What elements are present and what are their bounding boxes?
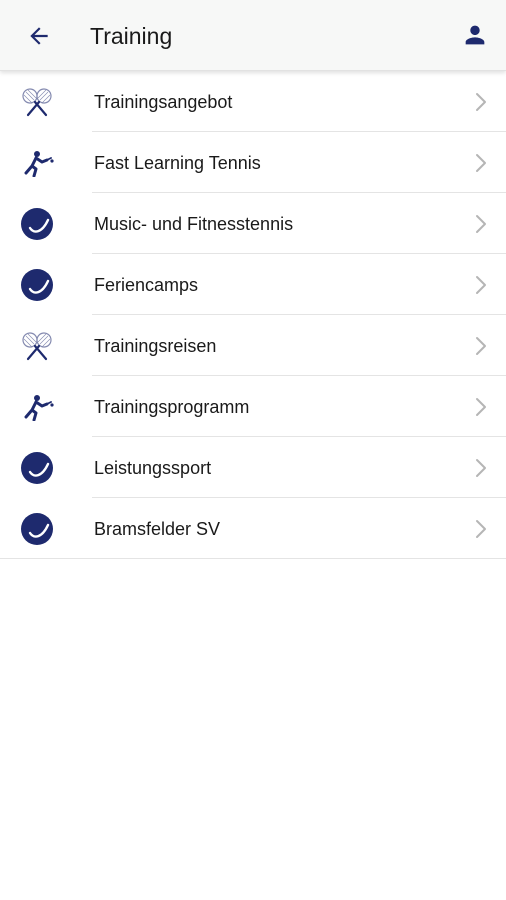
back-button[interactable] [20,17,58,55]
list-item-label: Feriencamps [94,275,199,295]
crossed-rackets-icon [20,329,54,363]
profile-button[interactable] [456,16,494,54]
tennis-ball-icon [20,207,54,241]
chevron-right-icon [474,457,488,479]
list-item-label: Leistungssport [94,458,212,478]
tennis-player-icon [20,390,54,424]
list-item-label: Bramsfelder SV [94,519,221,539]
crossed-rackets-icon [20,85,54,119]
list-item[interactable]: Trainingsprogramm [0,376,506,437]
chevron-right-icon [474,213,488,235]
list-item[interactable]: Trainingsangebot [0,71,506,132]
app-header: Training [0,0,506,71]
arrow-left-icon [30,27,48,45]
chevron-right-icon [474,335,488,357]
list-item-label: Trainingsangebot [94,92,233,112]
list-item[interactable]: Trainingsreisen [0,315,506,376]
chevron-right-icon [474,91,488,113]
list-item-label: Music- und Fitnesstennis [94,214,294,234]
list-item-label: Trainingsreisen [94,336,217,356]
person-icon [465,25,485,45]
tennis-ball-icon [20,268,54,302]
app-screen: Training Trainingsangebot Fast Learning … [0,0,506,900]
list-item[interactable]: Music- und Fitnesstennis [0,193,506,254]
list-item-label: Fast Learning Tennis [94,153,261,173]
tennis-ball-icon [20,451,54,485]
divider [0,558,506,559]
list-item-label: Trainingsprogramm [94,397,250,417]
chevron-right-icon [474,274,488,296]
page-title: Training [90,23,173,49]
list-item[interactable]: Feriencamps [0,254,506,315]
list-item[interactable]: Fast Learning Tennis [0,132,506,193]
tennis-ball-icon [20,512,54,546]
chevron-right-icon [474,152,488,174]
list-item[interactable]: Bramsfelder SV [0,498,506,559]
tennis-player-icon [20,146,54,180]
chevron-right-icon [474,396,488,418]
list-item[interactable]: Leistungssport [0,437,506,498]
chevron-right-icon [474,518,488,540]
training-list: Trainingsangebot Fast Learning Tennis Mu… [0,71,506,559]
